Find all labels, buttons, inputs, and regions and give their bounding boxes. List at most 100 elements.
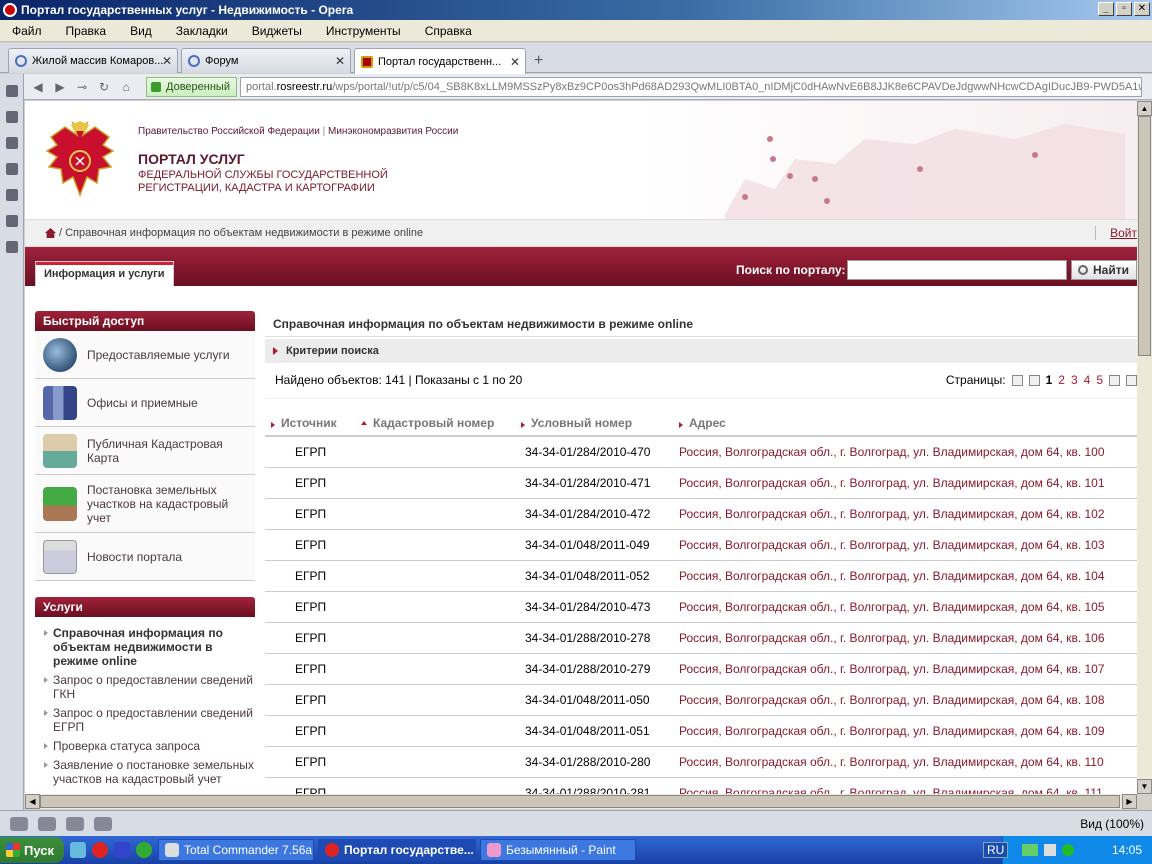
sync-icon[interactable] bbox=[38, 816, 56, 831]
quick-item-label[interactable]: Публичная Кадастровая Карта bbox=[87, 437, 255, 465]
downloads-panel-icon[interactable] bbox=[6, 189, 18, 201]
new-tab-icon[interactable]: + bbox=[534, 52, 543, 70]
language-indicator[interactable]: RU bbox=[983, 842, 1009, 858]
address-link[interactable]: Россия, Волгоградская обл., г. Волгоград… bbox=[679, 724, 1105, 738]
service-item-label[interactable]: Запрос о предоставлении сведений ЕГРП bbox=[53, 706, 253, 734]
tab-portal[interactable]: Портал государственн... ✕ bbox=[354, 48, 526, 74]
trusted-badge[interactable]: Доверенный bbox=[146, 77, 237, 97]
column-header-source[interactable]: Источник bbox=[265, 411, 357, 437]
opera-icon[interactable] bbox=[92, 842, 108, 858]
tab-forum[interactable]: Форум ✕ bbox=[181, 48, 351, 73]
prev-page-icon[interactable] bbox=[1028, 374, 1040, 386]
utorrent-icon[interactable] bbox=[136, 842, 152, 858]
close-tab-icon[interactable]: ✕ bbox=[162, 54, 172, 68]
quick-item-offices[interactable]: Офисы и приемные bbox=[35, 379, 255, 427]
search-input[interactable] bbox=[847, 260, 1067, 280]
address-link[interactable]: Россия, Волгоградская обл., г. Волгоград… bbox=[679, 507, 1105, 521]
scroll-left-icon[interactable]: ◀ bbox=[25, 794, 40, 809]
start-button[interactable]: Пуск bbox=[0, 837, 64, 863]
menu-help[interactable]: Справка bbox=[413, 24, 484, 38]
quick-item-label[interactable]: Новости портала bbox=[87, 550, 182, 564]
notes-panel-icon[interactable] bbox=[6, 163, 18, 175]
zoom-level[interactable]: Вид (100%) bbox=[1080, 817, 1144, 831]
minimize-button[interactable]: _ bbox=[1098, 2, 1114, 16]
address-link[interactable]: Россия, Волгоградская обл., г. Волгоград… bbox=[679, 693, 1105, 707]
menu-file[interactable]: Файл bbox=[0, 24, 54, 38]
service-item-label[interactable]: Проверка статуса запроса bbox=[53, 739, 200, 753]
service-item-label[interactable]: Запрос о предоставлении сведений ГКН bbox=[53, 673, 253, 701]
security-icon[interactable] bbox=[1062, 844, 1075, 856]
scroll-thumb[interactable] bbox=[1138, 116, 1151, 356]
quick-item-land-registration[interactable]: Постановка земельных участков на кадастр… bbox=[35, 475, 255, 533]
quick-item-cadastral-map[interactable]: Публичная Кадастровая Карта bbox=[35, 427, 255, 475]
quick-item-news[interactable]: Новости портала bbox=[35, 533, 255, 581]
menu-view[interactable]: Вид bbox=[118, 24, 164, 38]
page-4[interactable]: 4 bbox=[1084, 373, 1091, 387]
cell-address[interactable]: Россия, Волгоградская обл., г. Волгоград… bbox=[673, 591, 1137, 623]
address-link[interactable]: Россия, Волгоградская обл., г. Волгоград… bbox=[679, 476, 1105, 490]
show-desktop-icon[interactable] bbox=[70, 842, 86, 858]
save-icon[interactable] bbox=[114, 842, 130, 858]
address-link[interactable]: Россия, Волгоградская обл., г. Волгоград… bbox=[679, 631, 1105, 645]
volume-icon[interactable] bbox=[1044, 844, 1057, 856]
network-icon[interactable] bbox=[1022, 844, 1039, 856]
page-5[interactable]: 5 bbox=[1096, 373, 1103, 387]
next-page-icon[interactable] bbox=[1109, 374, 1120, 386]
menu-tools[interactable]: Инструменты bbox=[314, 24, 413, 38]
service-item-land-application[interactable]: Заявление о постановке земельных участко… bbox=[35, 755, 255, 788]
tab-info-services[interactable]: Информация и услуги bbox=[35, 261, 174, 286]
close-tab-icon[interactable]: ✕ bbox=[510, 55, 520, 69]
service-item-gkn-request[interactable]: Запрос о предоставлении сведений ГКН bbox=[35, 670, 255, 703]
cell-address[interactable]: Россия, Волгоградская обл., г. Волгоград… bbox=[673, 436, 1137, 468]
turbo-icon[interactable] bbox=[94, 816, 112, 831]
address-link[interactable]: Россия, Волгоградская обл., г. Волгоград… bbox=[679, 600, 1105, 614]
scroll-up-icon[interactable]: ▲ bbox=[1137, 101, 1152, 116]
last-page-icon[interactable] bbox=[1126, 374, 1137, 386]
history-panel-icon[interactable] bbox=[6, 215, 18, 227]
column-header-cadastral[interactable]: Кадастровый номер bbox=[357, 411, 515, 437]
cell-address[interactable]: Россия, Волгоградская обл., г. Волгоград… bbox=[673, 560, 1137, 592]
task-paint[interactable]: Безымянный - Paint bbox=[480, 839, 636, 861]
quick-item-label[interactable]: Офисы и приемные bbox=[87, 396, 198, 410]
address-link[interactable]: Россия, Волгоградская обл., г. Волгоград… bbox=[679, 662, 1105, 676]
home-icon[interactable]: ⌂ bbox=[118, 79, 134, 95]
url-field[interactable]: portal.rosreestr.ru/wps/portal/!ut/p/c5/… bbox=[240, 77, 1142, 97]
cell-address[interactable]: Россия, Волгоградская обл., г. Волгоград… bbox=[673, 684, 1137, 716]
back-icon[interactable]: ◀ bbox=[30, 79, 46, 95]
first-page-icon[interactable] bbox=[1011, 374, 1023, 386]
quick-item-services[interactable]: Предоставляемые услуги bbox=[35, 331, 255, 379]
column-header-conditional[interactable]: Условный номер bbox=[515, 411, 673, 437]
fast-forward-icon[interactable]: ⊸ bbox=[74, 79, 90, 95]
address-link[interactable]: Россия, Волгоградская обл., г. Волгоград… bbox=[679, 755, 1104, 769]
tab-zhiloy-massiv[interactable]: Жилой массив Комаров... ✕ bbox=[8, 48, 178, 73]
address-link[interactable]: Россия, Волгоградская обл., г. Волгоград… bbox=[679, 569, 1105, 583]
task-total-commander[interactable]: Total Commander 7.56a ... bbox=[158, 839, 314, 861]
gov-link-government[interactable]: Правительство Российской Федерации bbox=[138, 126, 320, 137]
maximize-button[interactable]: ▫ bbox=[1116, 2, 1132, 16]
cell-address[interactable]: Россия, Волгоградская обл., г. Волгоград… bbox=[673, 715, 1137, 747]
menu-widgets[interactable]: Виджеты bbox=[240, 24, 314, 38]
forward-icon[interactable]: ▶ bbox=[52, 79, 68, 95]
menu-edit[interactable]: Правка bbox=[54, 24, 119, 38]
gov-link-ministry[interactable]: Минэкономразвития России bbox=[328, 126, 458, 137]
column-header-address[interactable]: Адрес bbox=[673, 411, 1137, 437]
quick-item-label[interactable]: Постановка земельных участков на кадастр… bbox=[87, 483, 255, 525]
service-item-status-check[interactable]: Проверка статуса запроса bbox=[35, 736, 255, 755]
scroll-down-icon[interactable]: ▼ bbox=[1137, 779, 1152, 794]
search-button[interactable]: Найти bbox=[1071, 260, 1137, 280]
page-3[interactable]: 3 bbox=[1071, 373, 1078, 387]
address-link[interactable]: Россия, Волгоградская обл., г. Волгоград… bbox=[679, 538, 1105, 552]
vertical-scrollbar[interactable]: ▲ ▼ bbox=[1137, 101, 1152, 794]
home-icon[interactable] bbox=[45, 228, 56, 238]
menu-bookmarks[interactable]: Закладки bbox=[164, 24, 240, 38]
cell-address[interactable]: Россия, Волгоградская обл., г. Волгоград… bbox=[673, 622, 1137, 654]
service-item-label[interactable]: Заявление о постановке земельных участко… bbox=[53, 758, 254, 786]
cell-address[interactable]: Россия, Волгоградская обл., г. Волгоград… bbox=[673, 746, 1137, 778]
widgets-panel-icon[interactable] bbox=[6, 111, 18, 123]
login-link[interactable]: Войт bbox=[1095, 226, 1137, 240]
quick-item-label[interactable]: Предоставляемые услуги bbox=[87, 348, 230, 362]
horizontal-scrollbar[interactable]: ◀ ▶ bbox=[25, 794, 1137, 809]
search-criteria-toggle[interactable]: Критерии поиска bbox=[265, 339, 1137, 363]
task-opera-portal[interactable]: Портал государстве... bbox=[318, 839, 476, 861]
close-button[interactable]: ✕ bbox=[1134, 2, 1150, 16]
